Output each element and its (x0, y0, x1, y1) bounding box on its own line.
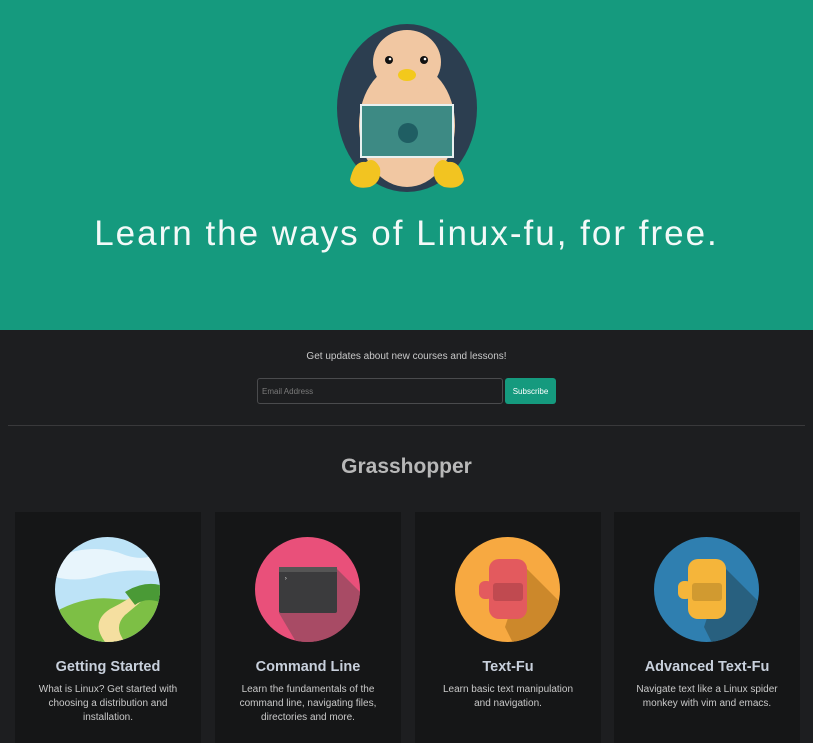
course-card-text-fu[interactable]: Text-Fu Learn basic text manipulation an… (415, 512, 601, 743)
course-card-command-line[interactable]: › Command Line Learn the fundamentals of… (215, 512, 401, 743)
landscape-icon (55, 537, 160, 642)
terminal-icon: › (255, 537, 360, 642)
email-field[interactable] (257, 378, 503, 404)
advanced-fist-icon (654, 537, 759, 642)
section-title: Grasshopper (341, 455, 472, 478)
course-card-getting-started[interactable]: Getting Started What is Linux? Get start… (15, 512, 201, 743)
course-title: Text-Fu (482, 659, 534, 675)
course-card-advanced-text-fu[interactable]: Advanced Text-Fu Navigate text like a Li… (614, 512, 800, 743)
course-title: Command Line (255, 659, 361, 675)
hero-title: Learn the ways of Linux-fu, for free. (94, 214, 719, 253)
course-description: Learn the fundamentals of the command li… (239, 684, 377, 723)
penguin-with-laptop-icon (337, 24, 477, 192)
subscribe-button[interactable]: Subscribe (505, 378, 556, 404)
course-title: Advanced Text-Fu (644, 659, 770, 675)
hero-banner: Learn the ways of Linux-fu, for free. (0, 0, 813, 330)
course-description: Navigate text like a Linux spider monkey… (636, 684, 778, 709)
divider (8, 425, 805, 426)
svg-text:›: › (284, 575, 288, 582)
course-title: Getting Started (55, 659, 161, 675)
course-description: Learn basic text manipulation and naviga… (442, 684, 574, 709)
newsletter-text: Get updates about new courses and lesson… (306, 351, 507, 362)
course-description: What is Linux? Get started with choosing… (38, 684, 178, 723)
fist-icon (455, 537, 560, 642)
